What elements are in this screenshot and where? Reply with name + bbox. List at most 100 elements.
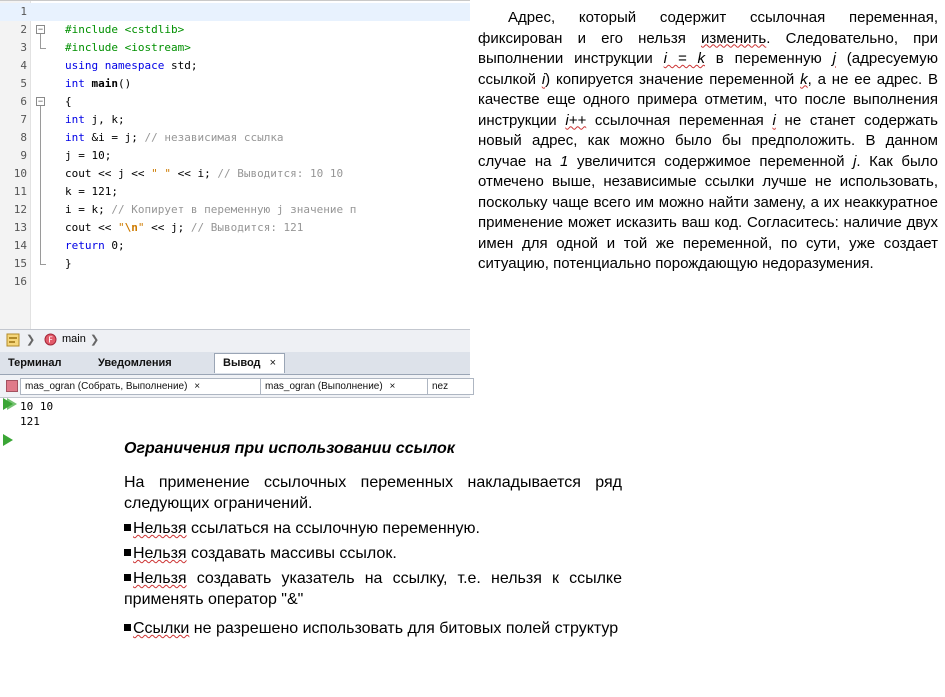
fold-guide bbox=[40, 34, 41, 48]
restriction-lead: Нельзя bbox=[133, 545, 187, 562]
text-run: изменить bbox=[700, 29, 767, 47]
restriction-text: ссылаться на ссылочную переменную. bbox=[186, 520, 480, 537]
code-text: int j, k; bbox=[65, 111, 125, 129]
code-text: using namespace std; bbox=[65, 57, 197, 75]
close-icon[interactable]: × bbox=[194, 381, 200, 392]
text-run: увеличится содержимое переменной bbox=[568, 152, 854, 170]
fold-toggle-icon[interactable]: − bbox=[36, 25, 45, 34]
code-line[interactable]: 16 bbox=[0, 273, 470, 291]
code-line[interactable]: 10 cout << j << " " << i; // Выводится: 1… bbox=[0, 165, 470, 183]
line-number: 8 bbox=[20, 131, 27, 144]
code-line[interactable]: 13 cout << "\n" << j; // Выводится: 121 bbox=[0, 219, 470, 237]
code-line[interactable]: 2 #include <cstdlib> bbox=[0, 21, 470, 39]
code-editor[interactable]: 1 2 #include <cstdlib> 3 #include <iostream>… bbox=[0, 0, 470, 331]
line-number: 4 bbox=[20, 59, 27, 72]
line-number: 5 bbox=[20, 77, 27, 90]
code-text: j = 10; bbox=[65, 147, 111, 165]
code-text: #include <iostream> bbox=[65, 39, 191, 57]
code-line[interactable]: 5 int main() bbox=[0, 75, 470, 93]
code-line[interactable]: 11 k = 121; bbox=[0, 183, 470, 201]
text-run: ссылочная переменная bbox=[586, 111, 773, 129]
line-number: 10 bbox=[13, 167, 27, 180]
run-tab-label: mas_ogran (Собрать, Выполнение) bbox=[25, 381, 188, 392]
restriction-lead: Ссылки bbox=[133, 620, 190, 637]
code-line[interactable]: 1 bbox=[0, 3, 470, 21]
text-run: ) копируется значение переменной bbox=[545, 70, 801, 88]
chevron-right-icon: ❯ bbox=[90, 334, 100, 346]
code-token: j, k; bbox=[84, 113, 125, 126]
restrictions-section: Ограничения при использовании ссылок На … bbox=[124, 440, 622, 643]
code-token: cout << j << bbox=[65, 167, 152, 180]
breadcrumb-bar: ❯ F main ❯ bbox=[0, 329, 470, 353]
breadcrumb-main[interactable]: main bbox=[62, 333, 86, 345]
code-token: () bbox=[118, 77, 132, 90]
code-line[interactable]: 8 int &i = j; // независимая ссылка bbox=[0, 129, 470, 147]
text-run: . Как было отмечено выше, независимые сс… bbox=[478, 152, 939, 273]
code-token: << j; bbox=[144, 221, 191, 234]
restriction-item: Нельзя создавать указатель на ссылку, т.… bbox=[124, 568, 622, 610]
output-panel-tabs: Терминал Уведомления Вывод × bbox=[0, 352, 470, 375]
fold-toggle-icon[interactable]: − bbox=[36, 97, 45, 106]
bullet-square-icon bbox=[124, 524, 131, 531]
restriction-item: Ссылки не разрешено использовать для бит… bbox=[124, 618, 622, 639]
tab-output[interactable]: Вывод × bbox=[214, 353, 286, 373]
code-ref: i++ bbox=[565, 111, 587, 129]
code-token: cout << bbox=[65, 221, 118, 234]
code-ref: i = k bbox=[663, 50, 705, 67]
code-line[interactable]: 7 int j, k; bbox=[0, 111, 470, 129]
code-text: k = 121; bbox=[65, 183, 118, 201]
code-line[interactable]: 15} bbox=[0, 255, 470, 273]
code-token: int bbox=[65, 131, 85, 144]
code-line[interactable]: 12 i = k; // Копирует в переменную j знач… bbox=[0, 201, 470, 219]
line-number: 7 bbox=[20, 113, 27, 126]
chevron-right-icon: ❯ bbox=[26, 334, 36, 346]
code-token: <iostream> bbox=[124, 41, 191, 54]
line-number: 12 bbox=[13, 203, 27, 216]
run-tab-run[interactable]: mas_ogran (Выполнение) × bbox=[260, 378, 431, 395]
code-line[interactable]: 9 j = 10; bbox=[0, 147, 470, 165]
close-icon[interactable]: × bbox=[270, 357, 276, 369]
line-number: 1 bbox=[20, 5, 27, 18]
run-tab-build-run[interactable]: mas_ogran (Собрать, Выполнение) × bbox=[20, 378, 264, 395]
run-tab-label: nez bbox=[432, 381, 449, 392]
code-text: i = k; // Копирует в переменную j значен… bbox=[65, 201, 356, 219]
stop-icon[interactable] bbox=[6, 380, 18, 392]
code-token: int bbox=[65, 113, 85, 126]
output-console[interactable]: 10 10 121 bbox=[0, 398, 120, 448]
section-title: Ограничения при использовании ссылок bbox=[124, 440, 455, 457]
rerun-icon[interactable] bbox=[3, 434, 13, 446]
line-number: 15 bbox=[13, 257, 27, 270]
file-icon[interactable] bbox=[6, 333, 22, 350]
code-line[interactable]: 14 return 0; bbox=[0, 237, 470, 255]
code-token: main bbox=[91, 77, 119, 90]
code-line[interactable]: 4 using namespace std; bbox=[0, 57, 470, 75]
code-line[interactable]: 3 #include <iostream> bbox=[0, 39, 470, 57]
code-token: std; bbox=[164, 59, 198, 72]
code-text: } bbox=[65, 255, 72, 273]
line-number: 6 bbox=[20, 95, 27, 108]
code-text: cout << "\n" << j; // Выводится: 121 bbox=[65, 219, 303, 237]
restriction-item: Нельзя ссылаться на ссылочную переменную… bbox=[124, 518, 622, 539]
restrictions-intro: На применение ссылочных переменных накла… bbox=[124, 474, 622, 512]
line-number: 2 bbox=[20, 23, 27, 36]
run-tab-nez[interactable]: nez bbox=[427, 378, 474, 395]
code-token: } bbox=[65, 257, 72, 270]
tab-output-label: Вывод bbox=[223, 357, 261, 369]
run-tab-label: mas_ogran (Выполнение) bbox=[265, 381, 383, 392]
code-token: { bbox=[65, 95, 72, 108]
close-icon[interactable]: × bbox=[389, 381, 395, 392]
code-line[interactable]: 6{ bbox=[0, 93, 470, 111]
restriction-lead: Нельзя bbox=[133, 520, 187, 537]
svg-text:F: F bbox=[48, 336, 53, 345]
bullet-square-icon bbox=[124, 574, 131, 581]
tab-terminal[interactable]: Терминал bbox=[0, 354, 70, 373]
code-token: #include bbox=[65, 41, 118, 54]
run-tabs-bar: mas_ogran (Собрать, Выполнение) × mas_og… bbox=[0, 375, 474, 398]
line-number: 3 bbox=[20, 41, 27, 54]
code-token: " bbox=[117, 221, 125, 234]
line-number: 14 bbox=[13, 239, 27, 252]
code-token: i = k; bbox=[65, 203, 112, 216]
tab-notifications[interactable]: Уведомления bbox=[90, 354, 180, 373]
